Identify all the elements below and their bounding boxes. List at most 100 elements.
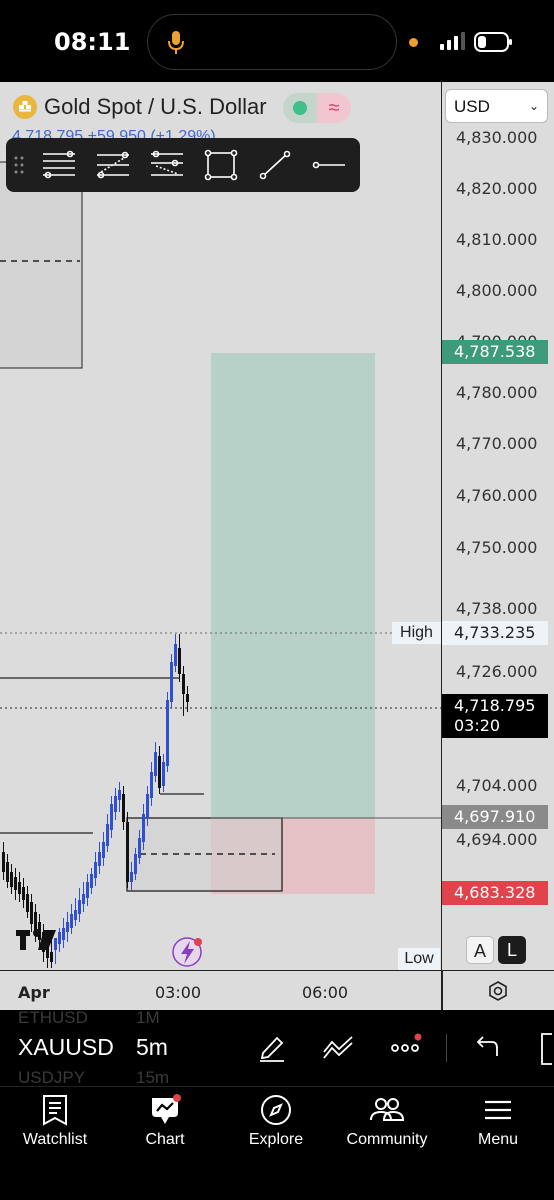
candle-body bbox=[10, 872, 13, 887]
market-open-indicator bbox=[283, 93, 317, 123]
candle-body bbox=[30, 902, 33, 924]
interval-selector[interactable]: 5m bbox=[136, 1034, 168, 1061]
fullscreen-icon[interactable] bbox=[536, 1032, 554, 1066]
nav-community[interactable]: Community bbox=[332, 1093, 442, 1149]
symbol-title[interactable]: Gold Spot / U.S. Dollar bbox=[12, 94, 267, 120]
compass-icon bbox=[261, 1095, 291, 1125]
candle-body bbox=[54, 938, 57, 950]
candle-body bbox=[70, 914, 73, 928]
ghost-symbol-above: ETHUSD bbox=[18, 1010, 88, 1027]
candle-body bbox=[150, 772, 153, 798]
candle-body bbox=[58, 932, 61, 944]
chart-plot[interactable] bbox=[0, 82, 441, 970]
price-axis-label: 4,760.000 bbox=[456, 486, 538, 505]
bottom-navigation: Watchlist Chart Explore Community Menu bbox=[0, 1086, 554, 1200]
candle-body bbox=[110, 804, 113, 830]
dynamic-island bbox=[147, 14, 397, 70]
price-axis-label: 4,800.000 bbox=[456, 281, 538, 300]
candle-body bbox=[106, 824, 109, 846]
candle-body bbox=[134, 854, 137, 874]
chart-settings-icon[interactable] bbox=[487, 980, 509, 1002]
fib-extension-tool-icon[interactable] bbox=[140, 138, 194, 192]
price-axis-label: 4,726.000 bbox=[456, 662, 538, 681]
price-axis-label: 4,738.000 bbox=[456, 599, 538, 618]
drag-handle-icon[interactable] bbox=[6, 138, 32, 192]
nav-chart[interactable]: Chart bbox=[110, 1093, 220, 1149]
candles-group bbox=[2, 634, 189, 968]
watchlist-icon bbox=[43, 1095, 67, 1126]
candle-body bbox=[126, 822, 129, 882]
scale-buttons: A L bbox=[466, 936, 526, 964]
candle-body bbox=[162, 762, 165, 786]
fib-tool-icon[interactable] bbox=[86, 138, 140, 192]
ghost-interval-above: 1M bbox=[136, 1010, 160, 1027]
range-box bbox=[126, 817, 283, 892]
candle-body bbox=[166, 700, 169, 766]
ghost-symbol-below: USDJPY bbox=[18, 1068, 86, 1086]
candle-body bbox=[98, 852, 101, 866]
auto-scale-button[interactable]: A bbox=[466, 936, 494, 964]
time-axis[interactable]: Apr 03:00 06:00 bbox=[0, 970, 554, 1011]
candle-body bbox=[14, 877, 17, 890]
symbol-selector[interactable]: XAUUSD bbox=[18, 1034, 114, 1061]
candle-body bbox=[142, 814, 145, 842]
price-axis[interactable]: 4,830.0004,820.0004,810.0004,800.0004,79… bbox=[441, 82, 554, 970]
candle-body bbox=[114, 796, 117, 812]
candle-body bbox=[146, 794, 149, 818]
nav-explore[interactable]: Explore bbox=[221, 1093, 331, 1149]
candle-body bbox=[22, 887, 25, 900]
indicators-icon[interactable] bbox=[322, 1032, 356, 1062]
nav-menu[interactable]: Menu bbox=[443, 1093, 553, 1149]
status-bar: 08:11 bbox=[0, 0, 554, 82]
price-axis-label: 4,780.000 bbox=[456, 383, 538, 402]
rectangle-tool-icon[interactable] bbox=[194, 138, 248, 192]
log-scale-button[interactable]: L bbox=[498, 936, 526, 964]
rectangle-drawing bbox=[0, 161, 83, 369]
candle-body bbox=[130, 872, 133, 882]
privacy-indicator bbox=[409, 38, 418, 47]
candle-body bbox=[66, 922, 69, 932]
price-axis-label: 4,750.000 bbox=[456, 538, 538, 557]
bar-countdown: 03:20 bbox=[454, 716, 501, 735]
time-label-apr: Apr bbox=[18, 983, 50, 1002]
high-label: High bbox=[392, 622, 441, 644]
price-axis-label: 4,810.000 bbox=[456, 230, 538, 249]
candle-body bbox=[158, 756, 161, 788]
more-options-icon[interactable] bbox=[389, 1032, 425, 1062]
candle-body bbox=[90, 874, 93, 888]
time-label-0300: 03:00 bbox=[155, 983, 202, 1002]
gold-bars-icon bbox=[13, 95, 37, 119]
candle-body bbox=[26, 894, 29, 912]
candle-body bbox=[182, 674, 185, 694]
nav-watchlist[interactable]: Watchlist bbox=[0, 1093, 110, 1149]
entry-price-tag: 4,697.910 bbox=[442, 805, 548, 829]
low-label: Low bbox=[398, 948, 440, 970]
currency-select[interactable]: USD ⌄ bbox=[445, 89, 548, 123]
symbol-toolbar: ETHUSD 1M XAUUSD 5m USDJPY 15m bbox=[0, 1010, 554, 1086]
candle-body bbox=[138, 838, 141, 858]
parallel-lines-tool-icon[interactable] bbox=[32, 138, 86, 192]
chevron-down-icon: ⌄ bbox=[528, 99, 539, 113]
stop-price-tag: 4,683.328 bbox=[442, 881, 548, 905]
price-axis-label: 4,820.000 bbox=[456, 179, 538, 198]
candle-body bbox=[82, 894, 85, 904]
profit-zone bbox=[211, 353, 375, 818]
candle-body bbox=[86, 882, 89, 898]
community-icon bbox=[370, 1098, 405, 1121]
battery-icon bbox=[474, 32, 512, 52]
candle-body bbox=[102, 842, 105, 858]
high-price-tag: 4,733.235 bbox=[442, 621, 548, 645]
chart-canvas[interactable] bbox=[0, 82, 441, 970]
chart-icon bbox=[152, 1094, 181, 1124]
horizontal-ray-tool-icon[interactable] bbox=[302, 138, 356, 192]
drawing-pen-icon[interactable] bbox=[256, 1032, 288, 1064]
trend-line-tool-icon[interactable] bbox=[248, 138, 302, 192]
undo-icon[interactable] bbox=[472, 1032, 500, 1062]
candle-body bbox=[50, 952, 53, 962]
candle-body bbox=[6, 862, 9, 882]
time-label-0600: 06:00 bbox=[302, 983, 349, 1002]
menu-icon bbox=[485, 1100, 511, 1120]
candle-body bbox=[94, 862, 97, 878]
market-status-pill[interactable]: ≈ bbox=[283, 93, 351, 123]
candle-body bbox=[170, 662, 173, 702]
